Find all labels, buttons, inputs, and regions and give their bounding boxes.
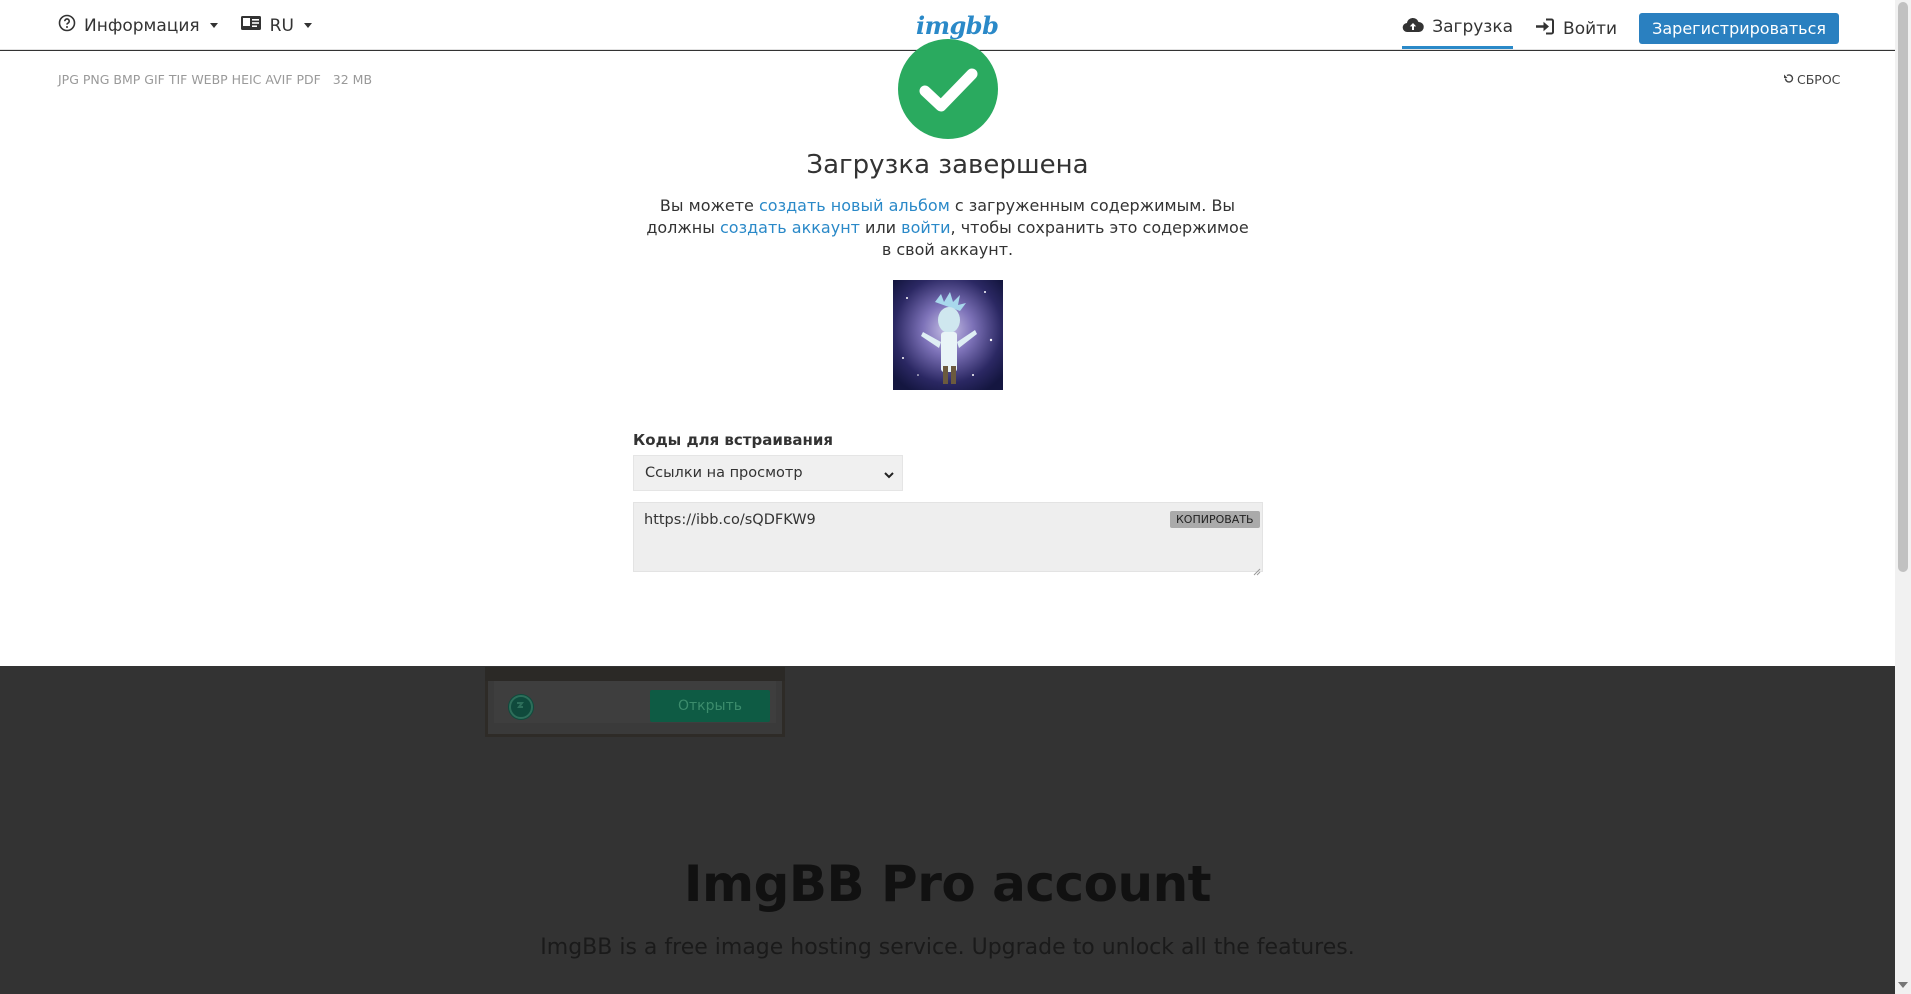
nav-left: Информация RU	[58, 14, 312, 37]
login-inline-link[interactable]: войти	[901, 218, 950, 237]
scrollbar-thumb[interactable]	[1898, 2, 1908, 572]
message-text: Вы можете	[659, 196, 759, 215]
info-menu[interactable]: Информация	[58, 14, 218, 37]
nav-right: Загрузка Войти Зарегистрироваться	[1402, 8, 1839, 49]
upload-complete-message: Вы можете создать новый альбом с загруже…	[640, 195, 1255, 261]
login-label: Войти	[1563, 18, 1618, 39]
pro-account-subtitle: ImgBB is a free image hosting service. U…	[540, 935, 1355, 960]
chevron-down-icon	[884, 467, 894, 483]
id-card-icon	[240, 15, 262, 36]
undo-icon	[1783, 72, 1794, 87]
login-link[interactable]: Войти	[1535, 8, 1617, 49]
message-text: или	[859, 218, 902, 237]
info-menu-label: Информация	[84, 15, 200, 36]
uploaded-image-thumbnail[interactable]	[893, 280, 1003, 390]
reset-label: СБРОС	[1797, 72, 1841, 87]
resize-handle-icon[interactable]	[1253, 561, 1261, 580]
ad-open-button[interactable]: Открыть	[650, 690, 770, 722]
scroll-down-arrow-icon[interactable]	[1898, 982, 1908, 988]
upload-tab[interactable]: Загрузка	[1402, 8, 1514, 49]
embed-code-text: https://ibb.co/sQDFKW9	[644, 512, 816, 528]
embed-code-textarea[interactable]: https://ibb.co/sQDFKW9	[633, 502, 1263, 572]
pro-account-title: ImgBB Pro account	[683, 855, 1212, 913]
cloud-upload-icon	[1402, 17, 1424, 38]
caret-down-icon	[303, 23, 312, 28]
create-account-link[interactable]: создать аккаунт	[720, 218, 860, 237]
embed-type-select[interactable]: Ссылки на просмотр	[633, 455, 903, 491]
language-menu[interactable]: RU	[240, 15, 312, 36]
upload-complete-title: Загрузка завершена	[806, 150, 1089, 180]
imgbb-logo[interactable]: imgbb	[916, 11, 999, 40]
sign-in-icon	[1535, 18, 1555, 40]
formats-list: JPG PNG BMP GIF TIF WEBP HEIC AVIF PDF	[58, 72, 321, 87]
embed-select-value: Ссылки на просмотр	[645, 465, 803, 481]
caret-down-icon	[209, 23, 218, 28]
reset-button[interactable]: СБРОС	[1783, 72, 1840, 87]
success-check-icon	[898, 39, 998, 139]
question-circle-icon	[58, 14, 76, 37]
max-file-size: 32 MB	[332, 72, 373, 87]
upload-tab-label: Загрузка	[1432, 17, 1514, 37]
language-label: RU	[269, 15, 294, 36]
ad-logo-icon	[508, 694, 534, 720]
signup-button[interactable]: Зарегистрироваться	[1639, 13, 1839, 44]
create-album-link[interactable]: создать новый альбом	[759, 196, 950, 215]
ad-image-strip	[485, 667, 785, 681]
embed-codes-label: Коды для встраивания	[633, 431, 833, 449]
copy-button[interactable]: КОПИРОВАТЬ	[1170, 511, 1260, 528]
allowed-formats: JPG PNG BMP GIF TIF WEBP HEIC AVIF PDF 3…	[58, 72, 372, 87]
